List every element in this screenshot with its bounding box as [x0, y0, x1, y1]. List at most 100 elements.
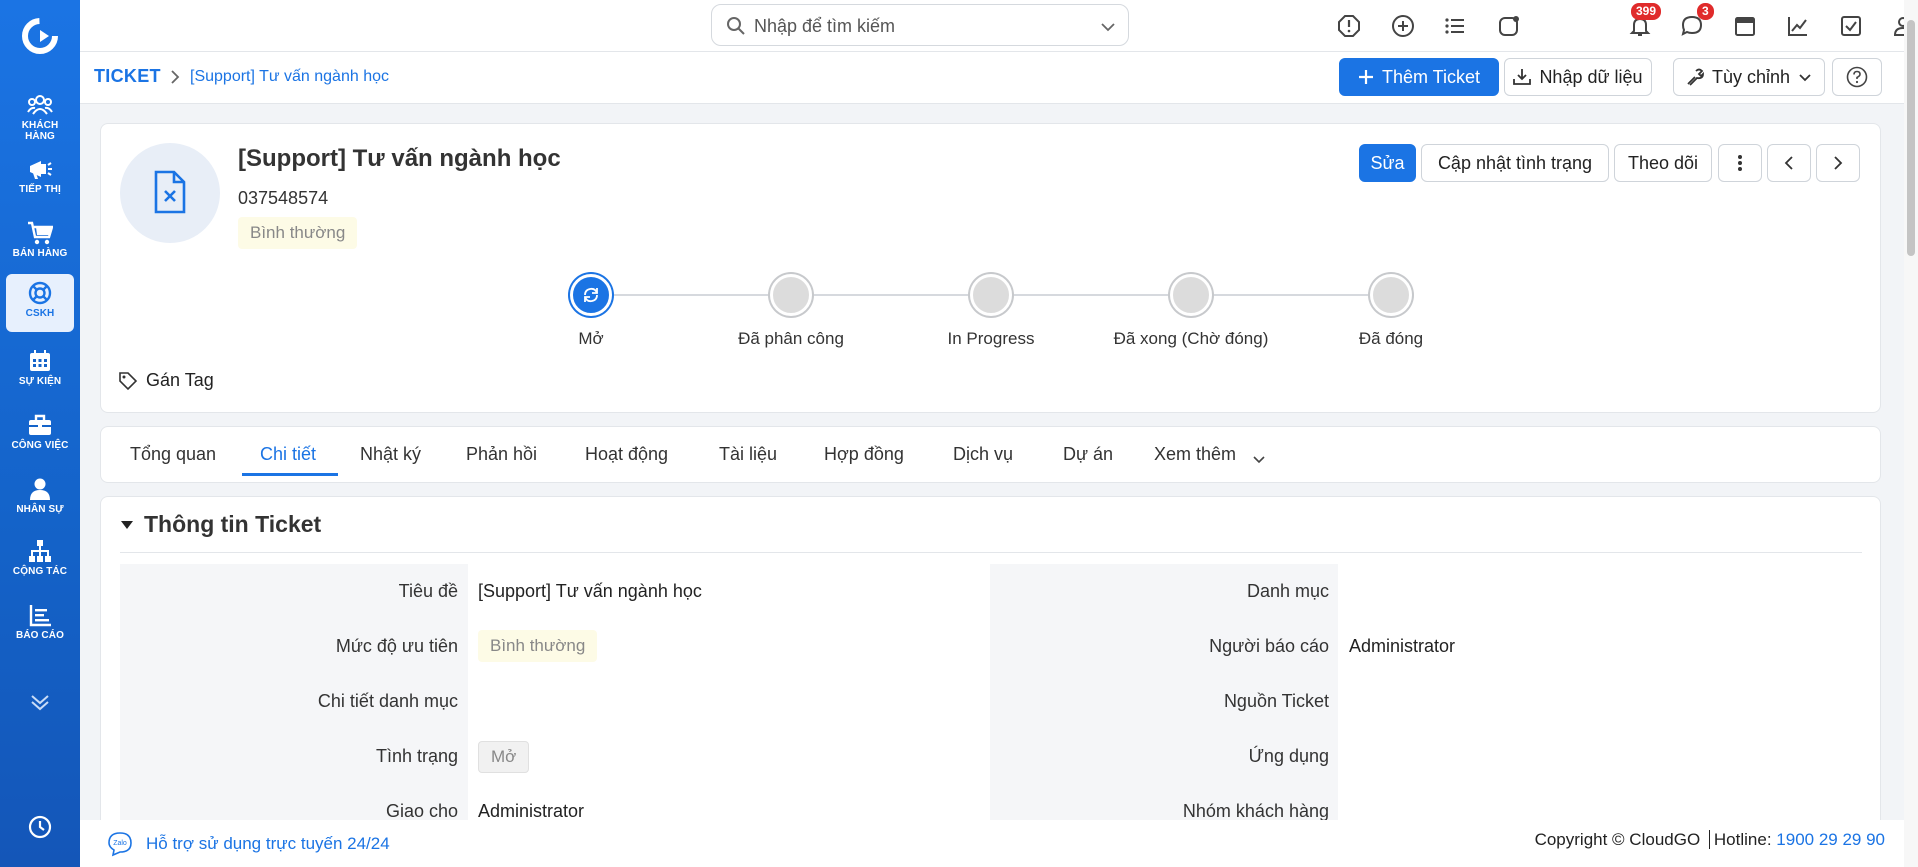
edit-button[interactable]: Sửa [1359, 144, 1416, 182]
sidebar-item-cskh[interactable]: CSKH [6, 274, 74, 332]
section-header[interactable]: Thông tin Ticket [120, 511, 321, 538]
app-badge-icon[interactable] [1497, 14, 1521, 38]
tab-services[interactable]: Dịch vụ [953, 444, 1013, 465]
add-ticket-button[interactable]: Thêm Ticket [1339, 58, 1499, 96]
calendar-icon[interactable] [1733, 14, 1757, 38]
hotline-label: Hotline: [1713, 830, 1772, 849]
tab-contracts[interactable]: Hợp đồng [824, 444, 904, 465]
field-label: Mức độ ưu tiên [335, 636, 458, 656]
field-value-assignee[interactable]: Administrator [478, 801, 584, 822]
tab-projects[interactable]: Dự án [1063, 444, 1113, 465]
tab-details[interactable]: Chi tiết [260, 444, 316, 465]
customize-button[interactable]: Tùy chỉnh [1673, 58, 1825, 96]
footer: Zalo Hỗ trợ sử dụng trực tuyến 24/24 Cop… [80, 820, 1918, 867]
assign-tag-label: Gán Tag [146, 370, 214, 390]
list-icon[interactable] [1443, 14, 1467, 38]
priority-badge: Bình thường [238, 217, 358, 249]
breadcrumb-current: [Support] Tư vấn ngành học [190, 68, 389, 85]
field-label: Ứng dụng [1248, 746, 1329, 766]
field-value-status[interactable]: Mở [478, 741, 530, 773]
stepper-connector [612, 294, 778, 296]
megaphone-icon [30, 161, 52, 179]
zalo-icon[interactable]: Zalo [106, 830, 134, 858]
clock-icon[interactable] [27, 814, 53, 845]
scrollbar-thumb[interactable] [1907, 20, 1915, 256]
chevron-down-icon [1799, 74, 1811, 82]
next-record-button[interactable] [1816, 144, 1860, 182]
sidebar-item-tasks[interactable]: CÔNG VIỆC [6, 406, 74, 464]
tab-more[interactable]: Xem thêm [1154, 444, 1236, 465]
follow-button[interactable]: Theo dõi [1614, 144, 1712, 182]
alert-icon[interactable] [1337, 14, 1361, 38]
global-search[interactable]: Nhập để tìm kiếm [711, 4, 1129, 46]
tab-activity[interactable]: Hoạt động [585, 444, 668, 465]
field-label: Nguồn Ticket [1223, 691, 1329, 711]
field-value-reporter[interactable]: Administrator [1349, 636, 1455, 657]
add-ticket-label: Thêm Ticket [1381, 66, 1481, 87]
sidebar-item-label: KHÁCH HÀNG [21, 120, 59, 142]
plus-icon [1358, 70, 1373, 84]
add-circle-icon[interactable] [1391, 14, 1415, 38]
step-open[interactable] [570, 274, 612, 316]
chart-icon[interactable] [1786, 14, 1810, 38]
breadcrumb: TICKET [Support] Tư vấn ngành học Thêm T… [80, 52, 1918, 104]
sidebar: KHÁCH HÀNG TIẾP THỊ BÁN HÀNG CSKH SỰ KIỆ… [0, 0, 80, 867]
sidebar-item-marketing[interactable]: TIẾP THỊ [6, 150, 74, 208]
person-icon [30, 478, 50, 500]
sidebar-item-customers[interactable]: KHÁCH HÀNG [6, 86, 74, 144]
chevron-left-icon [1784, 156, 1793, 170]
update-status-button[interactable]: Cập nhật tình trạng [1421, 144, 1609, 182]
chevron-right-icon [1834, 156, 1843, 170]
sidebar-item-label: CSKH [25, 308, 55, 319]
step-assigned[interactable] [770, 274, 812, 316]
help-button[interactable] [1832, 58, 1882, 96]
record-phone: 037548574 [238, 188, 329, 208]
assign-tag-button[interactable]: Gán Tag [118, 370, 214, 391]
field-label: Danh mục [1246, 581, 1329, 601]
step-in-progress[interactable] [970, 274, 1012, 316]
app-logo[interactable] [20, 16, 60, 56]
cart-icon [28, 221, 53, 245]
stepper-connector [812, 294, 978, 296]
copyright: Copyright © CloudGO Hotline: 1900 29 29 … [1535, 830, 1885, 850]
field-label: Chi tiết danh mục [317, 691, 458, 711]
chevron-down-icon[interactable] [1252, 452, 1266, 466]
scrollbar[interactable] [1904, 0, 1918, 867]
sidebar-item-collab[interactable]: CỘNG TÁC [6, 532, 74, 590]
search-input[interactable]: Nhập để tìm kiếm [754, 16, 895, 37]
copyright-text: Copyright © CloudGO [1534, 830, 1701, 849]
field-label: Người báo cáo [1209, 636, 1329, 656]
step-closed[interactable] [1370, 274, 1412, 316]
sidebar-item-sales[interactable]: BÁN HÀNG [6, 214, 74, 272]
divider [120, 552, 1862, 553]
chevron-down-icon[interactable] [1100, 19, 1116, 35]
sidebar-item-events[interactable]: SỰ KIỆN [6, 342, 74, 400]
breadcrumb-root[interactable]: TICKET [94, 66, 161, 87]
stepper-connector [1212, 294, 1378, 296]
sidebar-item-label: CỘNG TÁC [12, 566, 68, 577]
step-label: Mở [578, 329, 604, 348]
checkbox-icon[interactable] [1839, 14, 1863, 38]
refresh-icon [584, 287, 598, 303]
tab-documents[interactable]: Tài liệu [719, 444, 777, 465]
support-link[interactable]: Hỗ trợ sử dụng trực tuyến 24/24 [146, 834, 390, 854]
sidebar-item-reports[interactable]: BÁO CÁO [6, 596, 74, 654]
active-tab-indicator [242, 473, 338, 476]
previous-record-button[interactable] [1767, 144, 1811, 182]
field-value-title[interactable]: [Support] Tư vấn ngành học [478, 581, 702, 602]
calendar-icon [30, 350, 50, 371]
zalo-label: Zalo [113, 840, 127, 847]
tab-feedback[interactable]: Phản hồi [466, 444, 537, 465]
import-button[interactable]: Nhập dữ liệu [1504, 58, 1652, 96]
step-done-pending[interactable] [1170, 274, 1212, 316]
tab-log[interactable]: Nhật ký [360, 444, 421, 465]
tab-overview[interactable]: Tổng quan [130, 444, 216, 465]
notifications-badge: 399 [1631, 3, 1662, 20]
expand-more-icon[interactable] [28, 690, 52, 719]
field-value-priority[interactable]: Bình thường [478, 630, 598, 662]
sidebar-item-label: NHÂN SỰ [16, 504, 64, 515]
sidebar-item-label: SỰ KIỆN [18, 376, 62, 387]
more-actions-button[interactable] [1718, 144, 1762, 182]
sidebar-item-hr[interactable]: NHÂN SỰ [6, 470, 74, 528]
hotline-number[interactable]: 1900 29 29 90 [1776, 830, 1885, 849]
